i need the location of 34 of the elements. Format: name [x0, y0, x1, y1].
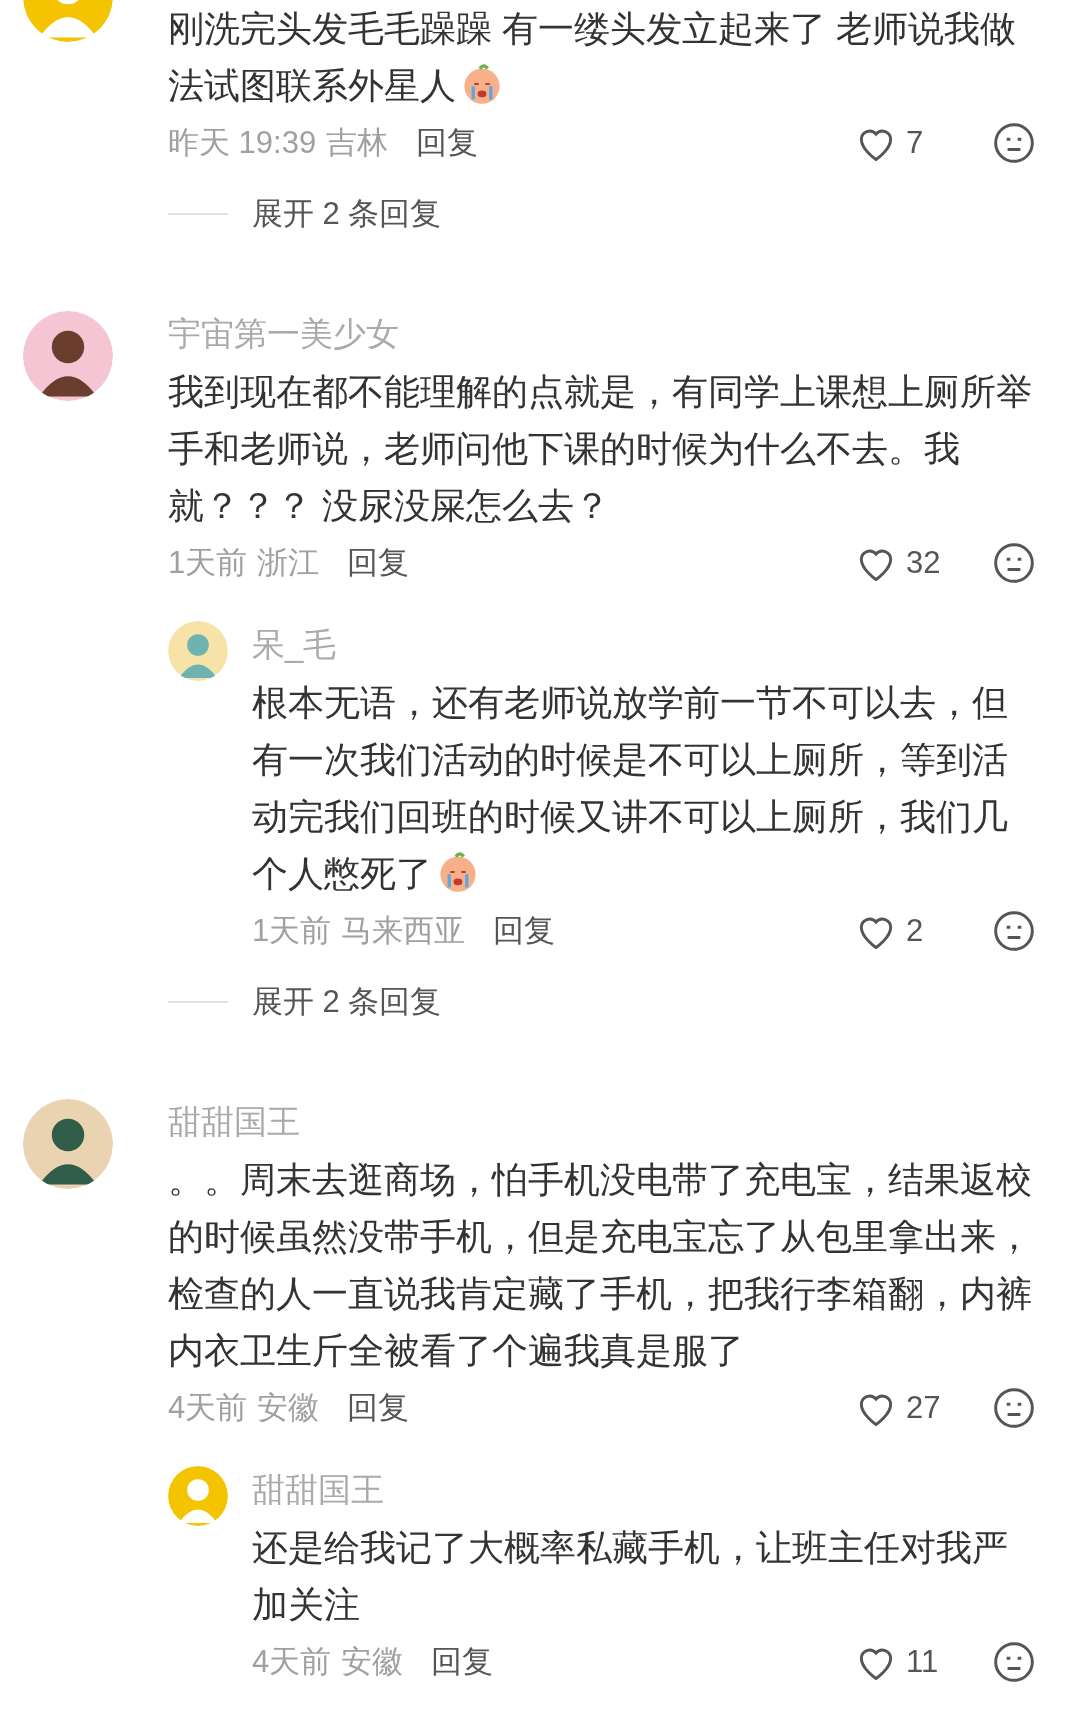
comment-text: 我到现在都不能理解的点就是，有同学上课想上厕所举手和老师说，老师问他下课的时候为什么不去。我就？？？ 没尿没屎怎么去？: [168, 371, 1032, 526]
reply-button[interactable]: 回复: [347, 1384, 410, 1432]
face-icon[interactable]: [992, 1640, 1036, 1684]
comment-location: 吉林: [326, 123, 389, 162]
comment-time: 昨天 19:39: [168, 123, 317, 162]
comment-text: 刚洗完头发毛毛躁躁 有一缕头发立起来了 老师说我做法试图联系外星人: [168, 8, 1016, 106]
face-icon[interactable]: [992, 541, 1036, 585]
reply-button[interactable]: 回复: [347, 539, 410, 587]
like-count: 11: [906, 1642, 940, 1681]
like-count: 2: [906, 911, 925, 950]
expand-replies-link[interactable]: 展开 2 条回复: [252, 190, 442, 238]
like-count: 7: [906, 123, 925, 162]
like-count: 32: [906, 543, 942, 582]
comment-time: 4天前: [252, 1642, 332, 1681]
comment-text: 。。周末去逛商场，怕手机没电带了充电宝，结果返校的时候虽然没带手机，但是充电宝忘了从包里拿出来，检查的人一直说我肯定藏了手机，把我行李箱翻，内裤内衣卫生斤全被看了个遍我真是服了: [168, 1159, 1032, 1371]
comment-location: 安徽: [257, 1388, 320, 1427]
comment-location: 浙江: [257, 543, 320, 582]
avatar[interactable]: [22, 311, 113, 401]
comment-time: 1天前: [168, 543, 248, 582]
comment-location: 安徽: [341, 1642, 404, 1681]
comment-time: 1天前: [252, 911, 332, 950]
comment-text: 根本无语，还有老师说放学前一节不可以去，但有一次我们活动的时候是不可以上厕所，等到活动完我们回班的时候又讲不可以上厕所，我们几个人憋死了: [252, 682, 1008, 894]
comment-text: 还是给我记了大概率私藏手机，让班主任对我严加关注: [252, 1527, 1008, 1625]
face-icon[interactable]: [992, 121, 1036, 165]
like-count: 27: [906, 1388, 942, 1427]
comment-location: 马来西亚: [341, 911, 466, 950]
reply-button[interactable]: 回复: [416, 119, 479, 167]
face-icon[interactable]: [992, 909, 1036, 953]
avatar[interactable]: [22, 1099, 113, 1189]
face-icon[interactable]: [992, 1386, 1036, 1430]
comment-time: 4天前: [168, 1388, 248, 1427]
expand-replies-link[interactable]: 展开 2 条回复: [252, 978, 442, 1026]
reply-button[interactable]: 回复: [431, 1638, 494, 1686]
reply-button[interactable]: 回复: [493, 907, 556, 955]
